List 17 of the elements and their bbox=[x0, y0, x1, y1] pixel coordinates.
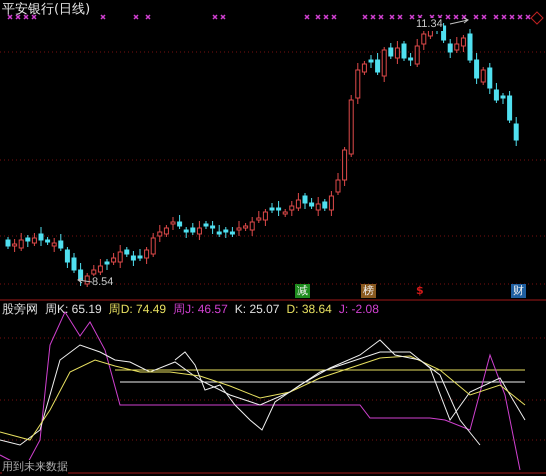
indicator-value: D: 38.64 bbox=[286, 302, 332, 316]
indicator-value: J: -2.08 bbox=[338, 302, 379, 316]
indicator-value: K: 25.07 bbox=[234, 302, 280, 316]
arrow-icon bbox=[77, 278, 92, 284]
signal-badge: 榜 bbox=[361, 284, 376, 298]
arrow-icon bbox=[450, 18, 469, 24]
diamond-icon[interactable] bbox=[530, 11, 544, 25]
warning-note: 用到未来数据 bbox=[2, 460, 68, 474]
indicator-value: 周J: 46.57 bbox=[173, 302, 228, 316]
indicator-value: 周D: 74.49 bbox=[108, 302, 166, 316]
signal-badge: 减 bbox=[295, 284, 310, 298]
signal-badge: 财 bbox=[511, 284, 526, 298]
indicator-name: 股旁网 bbox=[2, 302, 38, 316]
indicator-value: 周K: 65.19 bbox=[45, 302, 102, 316]
chart-title: 平安银行(日线) bbox=[2, 2, 90, 18]
price-label: 11.34 bbox=[416, 18, 443, 31]
signal-label: $ bbox=[415, 284, 425, 298]
